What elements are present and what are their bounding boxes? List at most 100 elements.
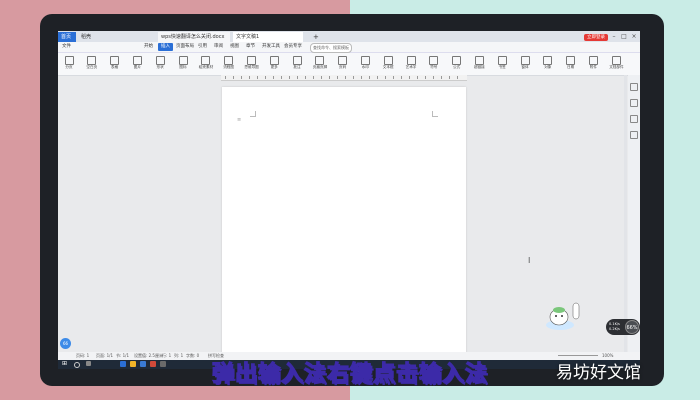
toolbar-button[interactable]: 附件 bbox=[586, 55, 600, 73]
mascot-sticker bbox=[546, 302, 580, 330]
tab-document-1[interactable]: wps快速翻译怎么关闭.docx bbox=[158, 32, 230, 42]
ribbon-tab-review[interactable]: 审阅 bbox=[214, 43, 223, 51]
download-speed: 0.2K/s bbox=[609, 327, 620, 331]
toolbar-button-icon bbox=[292, 56, 302, 65]
tab-home[interactable]: 首页 bbox=[58, 32, 76, 42]
toolbar-button[interactable]: 符号 bbox=[427, 55, 441, 73]
ribbon-tab-insert[interactable]: 插入 bbox=[158, 43, 173, 51]
ribbon-tab-member[interactable]: 会员专享 bbox=[284, 43, 302, 51]
new-tab-button[interactable]: + bbox=[310, 32, 320, 42]
toolbar-button-label: 思维导图 bbox=[244, 65, 259, 69]
explorer-icon[interactable] bbox=[130, 361, 136, 367]
toolbar-button-icon bbox=[338, 56, 348, 65]
ruler-tick bbox=[313, 76, 314, 79]
toolbar-button-label: 符号 bbox=[430, 65, 438, 69]
document-page[interactable]: ≡ bbox=[222, 87, 466, 357]
toolbar-button[interactable]: 艺术字 bbox=[404, 55, 418, 73]
toolbar-button[interactable]: 超链接 bbox=[472, 55, 486, 73]
assistant-badge[interactable]: 66 bbox=[60, 338, 71, 349]
toolbar-button-label: 水印 bbox=[361, 65, 369, 69]
ribbon-tab-home[interactable]: 开始 bbox=[144, 43, 153, 51]
toolbar-button-icon bbox=[543, 56, 553, 65]
ruler-tick bbox=[377, 76, 378, 79]
window-controls: 立即登录 – □ × bbox=[584, 32, 638, 42]
ruler-tick bbox=[273, 76, 274, 79]
toolbar-button-label: 艺术字 bbox=[405, 65, 417, 69]
tab-document-2[interactable]: 文字文稿1 bbox=[233, 32, 303, 42]
windows-start-icon[interactable]: ⊞ bbox=[62, 361, 68, 367]
ribbon-tab-chapter[interactable]: 章节 bbox=[246, 43, 255, 51]
toolbar-button-label: 图片 bbox=[133, 65, 141, 69]
watermark: 易坊好文馆 bbox=[556, 363, 641, 383]
command-search[interactable]: 查找命令、搜索模板 bbox=[310, 43, 352, 53]
ribbon-tab-view[interactable]: 视图 bbox=[230, 43, 239, 51]
task-view-icon[interactable] bbox=[86, 361, 91, 366]
toolbar-button[interactable]: 更多 bbox=[267, 55, 281, 73]
minimize-icon[interactable]: – bbox=[610, 33, 618, 41]
toolbar-button[interactable]: 流程图 bbox=[222, 55, 236, 73]
toolbar-button-label: 公式 bbox=[453, 65, 461, 69]
ruler-tick bbox=[457, 76, 458, 79]
toolbar-button[interactable]: 空白页 bbox=[85, 55, 99, 73]
toolbar-button[interactable]: 形状 bbox=[153, 55, 167, 73]
toolbar-button[interactable]: 文本框 bbox=[381, 55, 395, 73]
ruler-tick bbox=[401, 76, 402, 79]
toolbar-button[interactable]: 分页 bbox=[62, 55, 76, 73]
status-section: 节: 1/1 bbox=[116, 353, 130, 358]
ruler-tick bbox=[425, 76, 426, 79]
toolbar-button-label: 附件 bbox=[589, 65, 597, 69]
toolbar-button[interactable]: 日期 bbox=[564, 55, 578, 73]
maximize-icon[interactable]: □ bbox=[620, 33, 628, 41]
vertical-scrollbar[interactable] bbox=[624, 75, 627, 355]
ribbon-tab-references[interactable]: 引用 bbox=[198, 43, 207, 51]
toolbar-button-label: 对象 bbox=[544, 65, 552, 69]
login-button[interactable]: 立即登录 bbox=[584, 33, 608, 41]
toolbar-button[interactable]: 页眉页脚 bbox=[313, 55, 327, 73]
zoom-slider[interactable] bbox=[558, 355, 598, 356]
store-icon[interactable] bbox=[140, 361, 146, 367]
toolbar-button-icon bbox=[246, 56, 256, 65]
toolbar-button[interactable]: 窗体 bbox=[518, 55, 532, 73]
app-icon[interactable] bbox=[160, 361, 166, 367]
ruler-tick bbox=[249, 76, 250, 79]
toolbar-button[interactable]: 表格 bbox=[108, 55, 122, 73]
ruler-tick bbox=[265, 76, 266, 79]
toolbar-button[interactable]: 批注 bbox=[290, 55, 304, 73]
toolbar-button[interactable]: 图标 bbox=[176, 55, 190, 73]
text-cursor-icon: I bbox=[528, 256, 531, 265]
tab-docer[interactable]: 稻壳 bbox=[78, 32, 136, 42]
toolbar-button[interactable]: 对象 bbox=[541, 55, 555, 73]
ruler-tick bbox=[225, 76, 226, 79]
format-icon[interactable] bbox=[630, 115, 638, 123]
toolbar-button[interactable]: 思维导图 bbox=[244, 55, 259, 73]
toolbar-button[interactable]: 页码 bbox=[336, 55, 350, 73]
ribbon-tab-layout[interactable]: 页面布局 bbox=[176, 43, 194, 51]
margin-corner-top-right bbox=[432, 111, 438, 117]
toolbar-button[interactable]: 文档部件 bbox=[609, 55, 624, 73]
toolbar-button-label: 文档部件 bbox=[609, 65, 624, 69]
toolbar-button-icon bbox=[110, 56, 120, 65]
subtitle-caption: 弹出输入法右键点击输入法 bbox=[211, 361, 488, 387]
ribbon-tab-developer[interactable]: 开发工具 bbox=[262, 43, 280, 51]
toolbar-button[interactable]: 水印 bbox=[358, 55, 372, 73]
toolbar-button-icon bbox=[383, 56, 393, 65]
toolbar-button[interactable]: 公式 bbox=[450, 55, 464, 73]
close-icon[interactable]: × bbox=[630, 33, 638, 41]
toolbar-button-label: 文本框 bbox=[382, 65, 394, 69]
toolbar-button[interactable]: 书签 bbox=[495, 55, 509, 73]
settings-icon[interactable] bbox=[630, 131, 638, 139]
toolbar-button[interactable]: 稻壳素材 bbox=[199, 55, 213, 73]
ribbon-tab-file[interactable]: 文件 bbox=[62, 43, 71, 51]
pointer-icon[interactable] bbox=[630, 99, 638, 107]
wps-icon[interactable] bbox=[150, 361, 156, 367]
ruler-tick bbox=[241, 76, 242, 79]
pen-icon[interactable] bbox=[630, 83, 638, 91]
horizontal-ruler[interactable] bbox=[221, 75, 467, 81]
edge-icon[interactable] bbox=[120, 361, 126, 367]
ruler-tick bbox=[321, 76, 322, 79]
toolbar-button[interactable]: 图片 bbox=[130, 55, 144, 73]
toolbar-button-label: 日期 bbox=[567, 65, 575, 69]
ruler-tick bbox=[329, 76, 330, 79]
toolbar-button-label: 空白页 bbox=[86, 65, 98, 69]
search-icon[interactable] bbox=[74, 362, 80, 368]
